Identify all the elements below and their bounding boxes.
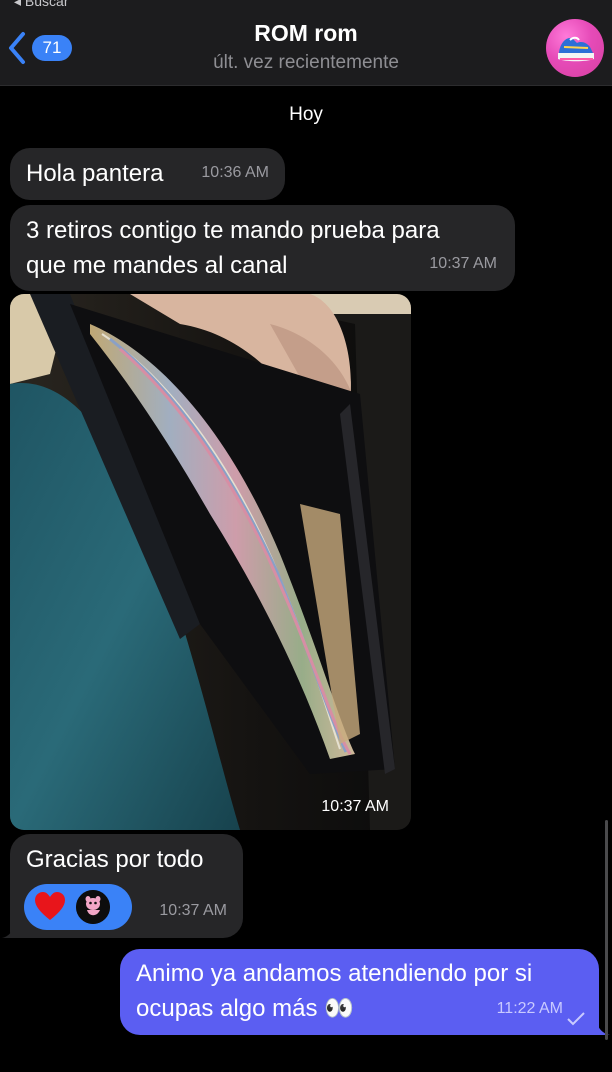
- reactions-pill[interactable]: [24, 884, 132, 930]
- heart-icon: [35, 892, 65, 920]
- chat-title-block[interactable]: ROM rom últ. vez recientemente: [0, 20, 612, 74]
- wallet-photo-image: [10, 294, 411, 830]
- message-text: Gracias por todo: [26, 846, 204, 873]
- message-text: 3 retiros contigo te mando prueba para q…: [26, 217, 440, 279]
- message-bubble-incoming[interactable]: Gracias por todo 10:37 AM: [10, 834, 243, 938]
- chat-title: ROM rom: [254, 20, 358, 46]
- message-bubble-incoming[interactable]: Hola pantera 10:36 AM: [10, 148, 285, 200]
- chat-header: ◂ Buscar 71 ROM rom últ. vez recientemen…: [0, 0, 612, 86]
- message-time: 10:37 AM: [321, 798, 389, 815]
- message-text: Hola pantera: [26, 160, 164, 187]
- scrollbar[interactable]: [605, 820, 608, 1040]
- status-back-hint[interactable]: ◂ Buscar: [14, 0, 69, 10]
- last-seen-status: últ. vez recientemente: [213, 52, 399, 73]
- message-bubble-incoming[interactable]: 3 retiros contigo te mando prueba para q…: [10, 205, 515, 291]
- bubble-tail-left: [2, 920, 22, 938]
- read-check-icon: [567, 1012, 585, 1026]
- date-separator: Hoy: [289, 104, 323, 125]
- pink-panther-avatar-icon: [74, 888, 112, 926]
- message-time: 11:22 AM: [496, 1000, 563, 1017]
- message-time: 10:37 AM: [429, 255, 497, 272]
- photo-message[interactable]: 10:37 AM: [10, 294, 411, 830]
- message-text: Animo ya andamos atendiendo por si ocupa…: [136, 960, 533, 1022]
- contact-avatar[interactable]: [546, 19, 604, 77]
- message-bubble-outgoing[interactable]: Animo ya andamos atendiendo por si ocupa…: [120, 949, 599, 1035]
- sneaker-avatar-icon: [558, 36, 594, 62]
- message-time: 10:36 AM: [201, 164, 269, 181]
- message-time: 10:37 AM: [159, 902, 227, 919]
